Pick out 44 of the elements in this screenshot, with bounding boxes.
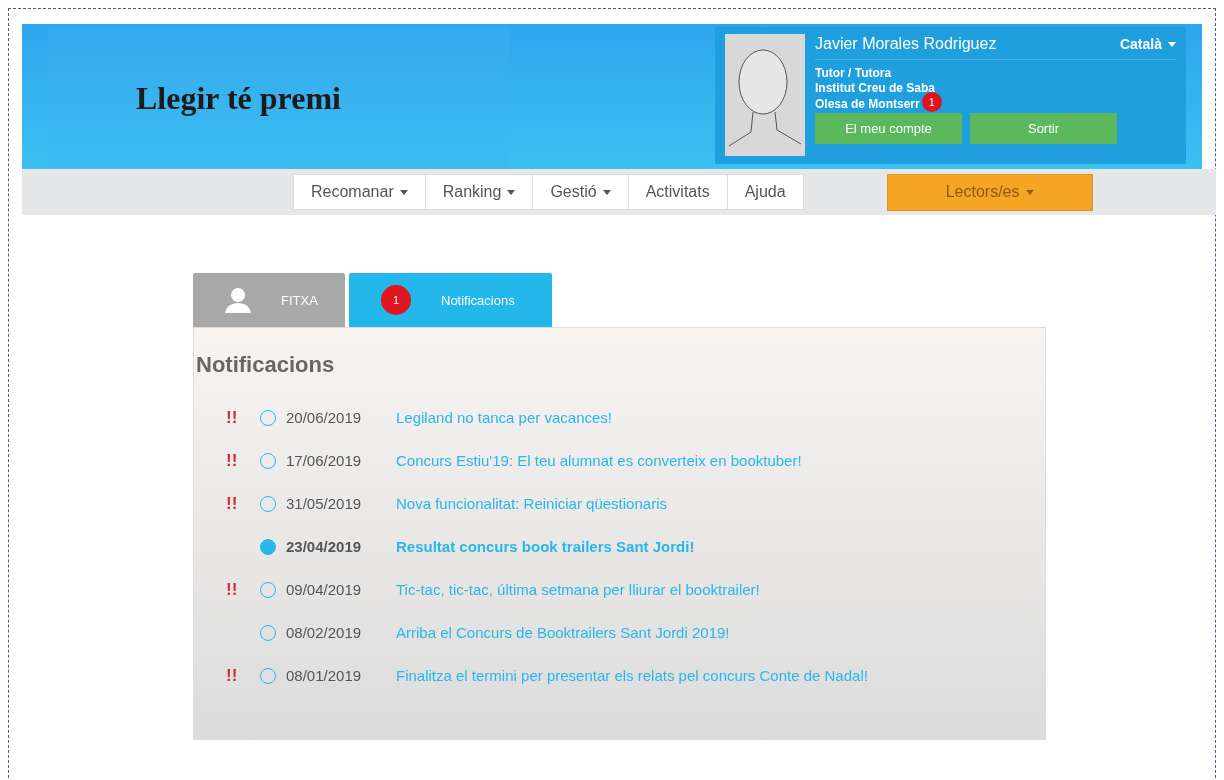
important-mark: !! — [226, 665, 238, 685]
nav-menu-item[interactable]: Activitats — [627, 174, 728, 210]
account-button[interactable]: El meu compte — [815, 113, 962, 144]
notification-link[interactable]: Resultat concurs book trailers Sant Jordi! — [396, 538, 695, 555]
notification-link[interactable]: Legiland no tanca per vacances! — [396, 409, 612, 426]
notification-date: 08/02/2019 — [286, 624, 363, 641]
user-role: Tutor / Tutora — [815, 66, 893, 81]
notification-date: 17/06/2019 — [286, 452, 363, 469]
tab[interactable]: FITXA — [193, 273, 345, 327]
caret-icon — [1025, 189, 1034, 195]
caret-icon — [507, 189, 516, 195]
user-name: Javier Morales Rodriguez — [815, 35, 997, 53]
panel-title: Notificacions — [196, 352, 335, 378]
caret-icon — [399, 189, 408, 195]
tab-badge: 1 — [381, 285, 411, 315]
notification-link[interactable]: Tic-tac, tic-tac, última setmana per lliurar el booktrailer! — [396, 581, 760, 598]
nav-menu-item[interactable]: Gestió — [532, 174, 629, 210]
notification-link[interactable]: Concurs Estiu'19: El teu alumnat es converteix en booktuber! — [396, 452, 802, 469]
notification-date: 31/05/2019 — [286, 495, 363, 512]
language-menu[interactable]: Català — [1119, 35, 1176, 53]
notification-date: 08/01/2019 — [286, 667, 363, 684]
notification-badge: 1 — [921, 92, 942, 112]
caret-icon — [602, 189, 611, 195]
town-name: Olesa de Montserr — [815, 96, 920, 112]
nav-menu-item[interactable]: Ranking — [424, 174, 534, 210]
notification-date: 20/06/2019 — [286, 409, 363, 426]
important-mark: !! — [226, 493, 238, 513]
site-logo: Llegir té premi — [136, 79, 341, 117]
notification-date: 23/04/2019 — [286, 538, 363, 555]
avatar-icon — [725, 34, 805, 156]
notification-link[interactable]: Finalitza el termini per presentar els relats pel concurs Conte de Nadal! — [396, 667, 868, 684]
logout-button[interactable]: Sortir — [970, 113, 1117, 144]
notification-link[interactable]: Nova funcionalitat: Reiniciar qüestionaris — [396, 495, 667, 512]
nav-menu-item[interactable]: Ajuda — [726, 174, 804, 210]
tab[interactable]: 1 Notificacions — [349, 273, 552, 327]
caret-icon — [1168, 41, 1176, 47]
important-mark: !! — [226, 450, 238, 470]
readers-menu-button[interactable]: Lectors/es — [886, 173, 1093, 211]
nav-menu-item[interactable]: Recomanar — [293, 174, 426, 210]
person-icon — [225, 287, 251, 313]
notification-link[interactable]: Arriba el Concurs de Booktrailers Sant Jordi 2019! — [396, 624, 730, 641]
notification-date: 09/04/2019 — [286, 581, 363, 598]
important-mark: !! — [226, 579, 238, 599]
important-mark: !! — [226, 407, 238, 427]
